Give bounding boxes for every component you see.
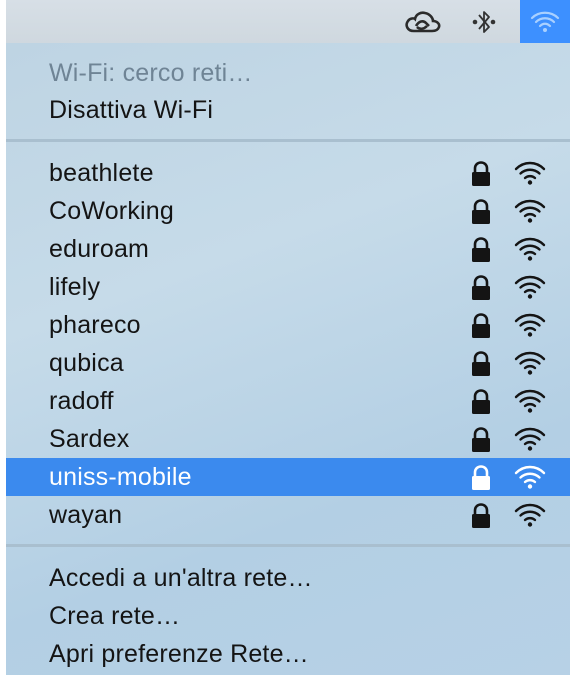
wifi-icon bbox=[530, 11, 560, 32]
menu-separator bbox=[6, 139, 570, 142]
toggle-wifi-menu-item[interactable]: Disattiva Wi-Fi bbox=[6, 91, 570, 129]
creative-cloud-menubar-item[interactable] bbox=[398, 0, 446, 43]
toggle-wifi-label: Disattiva Wi-Fi bbox=[49, 95, 214, 124]
network-row[interactable]: eduroam bbox=[6, 230, 570, 268]
wifi-menubar-item[interactable] bbox=[520, 0, 570, 43]
menu-bar bbox=[6, 0, 570, 43]
wifi-status-text: Wi-Fi: cerco reti… bbox=[49, 58, 253, 87]
open-network-preferences-menu-item[interactable]: Apri preferenze Rete… bbox=[6, 635, 570, 673]
wifi-signal-icon bbox=[514, 275, 546, 299]
network-row[interactable]: uniss-mobile bbox=[6, 458, 570, 496]
network-row[interactable]: lifely bbox=[6, 268, 570, 306]
creative-cloud-icon bbox=[405, 10, 441, 32]
lock-icon bbox=[472, 199, 490, 224]
lock-icon bbox=[472, 237, 490, 262]
create-network-menu-item[interactable]: Crea rete… bbox=[6, 597, 570, 635]
lock-icon bbox=[472, 351, 490, 376]
wifi-signal-icon bbox=[514, 389, 546, 413]
network-row[interactable]: radoff bbox=[6, 382, 570, 420]
menu-separator bbox=[6, 544, 570, 547]
wifi-signal-icon bbox=[514, 199, 546, 223]
lock-icon bbox=[472, 427, 490, 452]
wifi-dropdown-menu: Wi-Fi: cerco reti… Disattiva Wi-Fi beath… bbox=[6, 43, 570, 675]
lock-icon bbox=[472, 313, 490, 338]
bluetooth-icon bbox=[472, 10, 496, 33]
network-row[interactable]: beathlete bbox=[6, 154, 570, 192]
wifi-status-row: Wi-Fi: cerco reti… bbox=[6, 53, 570, 93]
wifi-signal-icon bbox=[514, 313, 546, 337]
network-row[interactable]: Sardex bbox=[6, 420, 570, 458]
lock-icon bbox=[472, 465, 490, 490]
network-row[interactable]: wayan bbox=[6, 496, 570, 534]
network-row[interactable]: qubica bbox=[6, 344, 570, 382]
lock-icon bbox=[472, 275, 490, 300]
network-row[interactable]: CoWorking bbox=[6, 192, 570, 230]
open-network-preferences-label: Apri preferenze Rete… bbox=[49, 639, 309, 668]
wifi-signal-icon bbox=[514, 503, 546, 527]
wifi-signal-icon bbox=[514, 161, 546, 185]
wifi-signal-icon bbox=[514, 351, 546, 375]
create-network-label: Crea rete… bbox=[49, 601, 181, 630]
join-other-network-menu-item[interactable]: Accedi a un'altra rete… bbox=[6, 559, 570, 597]
screen: Wi-Fi: cerco reti… Disattiva Wi-Fi beath… bbox=[0, 0, 570, 675]
lock-icon bbox=[472, 389, 490, 414]
network-row[interactable]: phareco bbox=[6, 306, 570, 344]
lock-icon bbox=[472, 161, 490, 186]
join-other-network-label: Accedi a un'altra rete… bbox=[49, 563, 313, 592]
wifi-signal-icon bbox=[514, 465, 546, 489]
bluetooth-menubar-item[interactable] bbox=[464, 0, 504, 43]
lock-icon bbox=[472, 503, 490, 528]
wifi-signal-icon bbox=[514, 427, 546, 451]
wifi-signal-icon bbox=[514, 237, 546, 261]
